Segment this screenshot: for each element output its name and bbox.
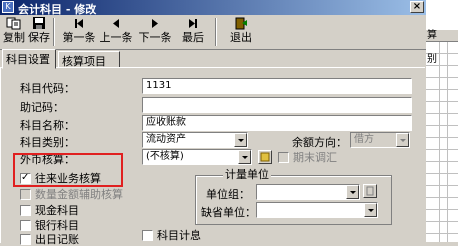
- measurement-unit-group-title: 计量单位: [223, 168, 271, 181]
- currency-accounting-select[interactable]: (不核算): [142, 149, 252, 165]
- last-record-icon: [189, 19, 197, 28]
- background-grid-cell: [426, 42, 458, 54]
- background-grid-cell: [426, 138, 458, 150]
- toolbar-separator: [215, 18, 217, 46]
- tab-subject-settings[interactable]: 科目设置: [2, 49, 56, 69]
- checkbox-box: [20, 205, 31, 216]
- journal-checkbox[interactable]: 出日记账: [20, 233, 79, 246]
- subject-code-label: 科目代码：: [20, 82, 75, 95]
- balance-direction-label: 余额方向：: [292, 136, 347, 149]
- background-grid-cell: [426, 78, 458, 90]
- floppy-disk-icon: [33, 17, 45, 29]
- quantity-auxiliary-checkbox[interactable]: 数量金额辅助核算: [20, 188, 123, 201]
- dropdown-arrow-icon[interactable]: [396, 133, 409, 147]
- next-record-label: 下一条: [138, 31, 172, 44]
- background-grid-cell: [426, 198, 458, 210]
- background-grid-cell: [426, 186, 458, 198]
- dropdown-arrow-icon[interactable]: [346, 185, 359, 199]
- period-end-adjust-checkbox[interactable]: 期末调汇: [278, 151, 337, 164]
- exit-door-icon: [235, 17, 247, 30]
- subject-category-select[interactable]: 流动资产: [142, 132, 248, 148]
- copy-button[interactable]: 复制: [2, 17, 26, 47]
- background-grid-cell: [426, 126, 458, 138]
- dropdown-arrow-icon[interactable]: [238, 150, 251, 164]
- background-grid-cell: [426, 114, 458, 126]
- unit-group-select[interactable]: [256, 184, 360, 200]
- subject-name-label: 科目名称：: [20, 119, 75, 132]
- background-grid-cell: [426, 174, 458, 186]
- save-label: 保存: [28, 31, 50, 44]
- toolbar: 复制 保存 第一条 上一条 下一条 最后 退出: [0, 15, 426, 50]
- background-grid-cell: [426, 222, 458, 234]
- default-unit-select[interactable]: [256, 202, 378, 218]
- first-record-label: 第一条: [62, 31, 96, 44]
- background-grid-cell: [426, 102, 458, 114]
- toolbar-separator: [53, 18, 55, 46]
- period-end-adjust-label: 期末调汇: [293, 151, 337, 164]
- first-record-icon: [75, 19, 83, 28]
- cash-subject-checkbox[interactable]: 现金科目: [20, 204, 79, 217]
- interest-calculation-label: 科目计息: [157, 229, 201, 242]
- subject-category-label: 科目类别：: [20, 136, 75, 149]
- dropdown-arrow-icon[interactable]: [364, 203, 377, 217]
- journal-label: 出日记账: [35, 233, 79, 246]
- balance-direction-value: 借方: [354, 134, 374, 145]
- previous-record-label: 上一条: [99, 31, 133, 44]
- unit-group-lookup-button[interactable]: [363, 184, 377, 198]
- copy-icon: [6, 17, 21, 30]
- background-grid-cell: [426, 90, 458, 102]
- bank-subject-checkbox[interactable]: 银行科目: [20, 219, 79, 232]
- background-grid-cell: 别: [426, 54, 458, 66]
- highlight-box: [13, 153, 123, 187]
- balance-direction-select[interactable]: 借方: [350, 132, 410, 148]
- checkbox-box: [142, 230, 153, 241]
- quantity-auxiliary-label: 数量金额辅助核算: [35, 188, 123, 201]
- mnemonic-label: 助记码：: [20, 101, 64, 114]
- cash-subject-label: 现金科目: [35, 204, 79, 217]
- subject-name-input[interactable]: 应收账款: [142, 115, 412, 131]
- save-button[interactable]: 保存: [27, 17, 51, 47]
- unit-group-label: 单位组：: [206, 188, 250, 201]
- previous-record-button[interactable]: 上一条: [97, 17, 135, 47]
- dropdown-arrow-icon[interactable]: [234, 133, 247, 147]
- last-record-label: 最后: [182, 31, 204, 44]
- checkbox-box: [278, 152, 289, 163]
- background-grid-cell: [426, 210, 458, 222]
- background-grid-header: 算: [426, 30, 458, 42]
- first-record-button[interactable]: 第一条: [61, 17, 97, 47]
- background-grid: 算 别: [426, 0, 458, 242]
- previous-record-icon: [113, 19, 119, 28]
- title-bar: K 会计科目 - 修改 ×: [0, 0, 458, 16]
- next-record-icon: [152, 19, 158, 28]
- last-record-button[interactable]: 最后: [175, 17, 211, 47]
- interest-calculation-checkbox[interactable]: 科目计息: [142, 229, 201, 242]
- checkbox-box: [20, 189, 31, 200]
- currency-accounting-value: (不核算): [146, 151, 184, 162]
- checkbox-box: [20, 234, 31, 245]
- next-record-button[interactable]: 下一条: [136, 17, 174, 47]
- currency-settings-button[interactable]: [258, 150, 272, 164]
- mnemonic-input[interactable]: [142, 97, 412, 113]
- exit-button[interactable]: 退出: [226, 17, 256, 47]
- copy-label: 复制: [3, 31, 25, 44]
- lookup-icon: [366, 186, 374, 196]
- bank-subject-label: 银行科目: [35, 219, 79, 232]
- subject-category-value: 流动资产: [146, 134, 186, 145]
- checkbox-box: [20, 220, 31, 231]
- background-grid-cell: [426, 162, 458, 174]
- tab-accounting-items[interactable]: 核算项目: [58, 51, 120, 68]
- subject-code-input[interactable]: 1131: [142, 78, 412, 94]
- exit-label: 退出: [230, 31, 252, 44]
- background-grid-cell: [426, 66, 458, 78]
- lookup-icon: [260, 152, 270, 162]
- app-icon: K: [2, 1, 14, 13]
- default-unit-label: 缺省单位：: [201, 206, 256, 219]
- close-button[interactable]: ×: [410, 1, 424, 13]
- background-grid-cell: [426, 150, 458, 162]
